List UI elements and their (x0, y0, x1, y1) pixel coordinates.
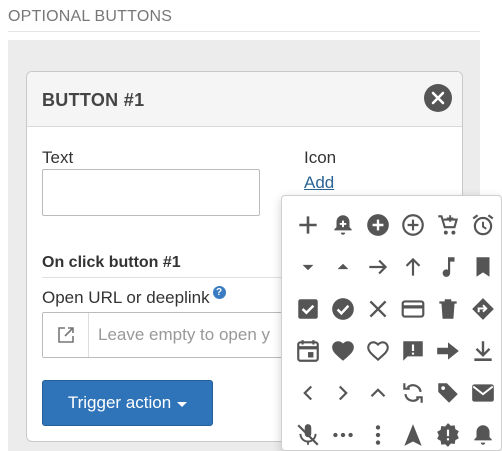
icon-option[interactable] (430, 414, 465, 450)
add-circle-icon (366, 214, 389, 236)
mail-icon (471, 384, 494, 402)
icon-option[interactable] (430, 372, 465, 414)
icon-option[interactable] (360, 372, 395, 414)
notifications-icon (473, 425, 492, 445)
icon-option[interactable] (465, 288, 500, 330)
icon-option[interactable] (430, 204, 465, 246)
section-title: OPTIONAL BUTTONS (8, 8, 173, 25)
divider (42, 277, 312, 278)
icon-option[interactable] (395, 204, 430, 246)
icon-option[interactable] (360, 246, 395, 288)
icon-option[interactable] (325, 204, 360, 246)
url-label-row: Open URL or deeplink? (42, 286, 226, 308)
add-shopping-cart-icon (437, 215, 458, 235)
trigger-action-label: Trigger action (67, 393, 172, 412)
navigation-icon (403, 424, 422, 446)
forward-arrow-icon (436, 342, 459, 360)
icon-option[interactable] (290, 372, 325, 414)
icon-option[interactable] (360, 204, 395, 246)
icon-option[interactable] (395, 372, 430, 414)
close-icon (431, 91, 445, 105)
icon-option[interactable] (325, 330, 360, 372)
icon-option[interactable] (360, 414, 395, 450)
new-releases-icon (436, 423, 459, 447)
plus-icon (298, 216, 317, 234)
local-offer-icon (437, 383, 458, 403)
icon-option[interactable] (290, 246, 325, 288)
chevron-up-icon (370, 388, 385, 398)
chevron-right-icon (338, 385, 348, 401)
external-link-icon (57, 327, 74, 343)
icon-picker (281, 195, 502, 451)
add-circle-outline-icon (401, 214, 424, 236)
credit-card-icon (401, 300, 424, 318)
event-icon (296, 340, 319, 362)
url-input-group (42, 312, 322, 358)
icon-option[interactable] (395, 414, 430, 450)
feedback-icon (402, 341, 423, 361)
mic-off-icon (296, 424, 319, 446)
add-icon-link[interactable]: Add (304, 173, 334, 193)
check-box-icon (297, 299, 318, 319)
arrow-upward-icon (405, 257, 420, 276)
icon-option[interactable] (465, 414, 500, 450)
card-title: BUTTON #1 (42, 90, 145, 110)
music-note-icon (442, 257, 454, 277)
icon-option[interactable] (395, 288, 430, 330)
icon-option[interactable] (290, 288, 325, 330)
favorite-border-icon (366, 341, 389, 362)
caret-down-icon (177, 401, 188, 407)
icon-option[interactable] (290, 204, 325, 246)
text-label: Text (42, 148, 74, 167)
more-horiz-icon (332, 432, 353, 438)
icon-option[interactable] (290, 330, 325, 372)
text-input[interactable] (42, 169, 260, 216)
icon-option[interactable] (290, 414, 325, 450)
file-download-icon (473, 341, 492, 361)
icon-option[interactable] (465, 330, 500, 372)
notification-add-icon (333, 215, 352, 235)
icon-option[interactable] (465, 372, 500, 414)
icon-option[interactable] (360, 288, 395, 330)
favorite-icon (331, 341, 354, 361)
icon-option[interactable] (360, 330, 395, 372)
url-label: Open URL or deeplink (42, 288, 210, 307)
icon-option[interactable] (430, 330, 465, 372)
icon-grid (290, 204, 500, 450)
on-click-heading: On click button #1 (42, 254, 181, 271)
trigger-action-button[interactable]: Trigger action (42, 380, 213, 426)
icon-option[interactable] (395, 330, 430, 372)
arrow-drop-down-icon (302, 264, 313, 271)
icon-label: Icon (304, 148, 337, 167)
remove-button[interactable] (424, 84, 452, 112)
check-circle-icon (331, 298, 354, 320)
arrow-drop-up-icon (337, 263, 348, 270)
url-addon (43, 313, 89, 357)
more-vert-icon (375, 425, 380, 445)
icon-option[interactable] (430, 288, 465, 330)
section-divider (8, 31, 480, 32)
bookmark-icon (476, 257, 489, 277)
icon-option[interactable] (465, 204, 500, 246)
sync-icon (402, 383, 423, 403)
icon-option[interactable] (325, 246, 360, 288)
icon-option[interactable] (430, 246, 465, 288)
close-icon (369, 300, 386, 318)
alarm-icon (472, 214, 493, 236)
directions-icon (471, 298, 494, 320)
icon-option[interactable] (325, 372, 360, 414)
chevron-left-icon (302, 385, 312, 401)
delete-icon (438, 299, 457, 319)
arrow-forward-icon (368, 259, 387, 275)
icon-option[interactable] (395, 246, 430, 288)
card-header: BUTTON #1 (27, 72, 462, 127)
icon-option[interactable] (465, 246, 500, 288)
icon-option[interactable] (325, 288, 360, 330)
icon-option[interactable] (325, 414, 360, 450)
help-icon[interactable]: ? (212, 286, 226, 299)
